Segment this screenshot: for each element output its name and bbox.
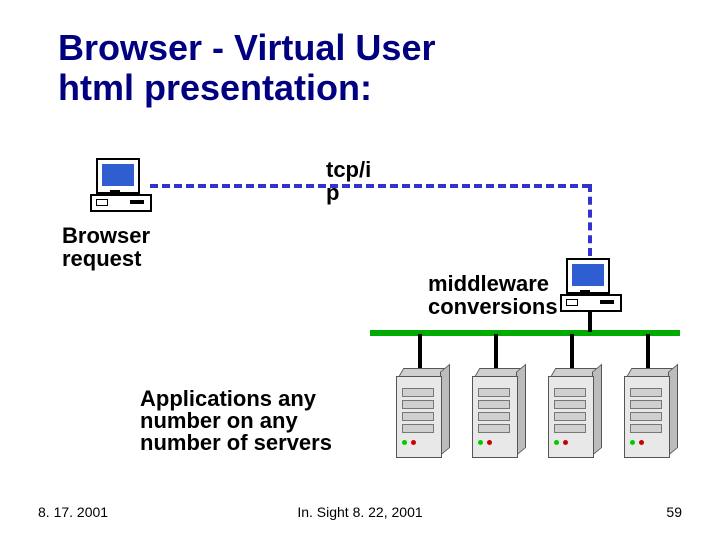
client-pc-icon: [90, 158, 150, 212]
slide: Browser - Virtual User html presentation…: [0, 0, 720, 540]
server-icon-3: [548, 368, 600, 458]
footer-page: 59: [666, 504, 682, 520]
footer-center: In. Sight 8. 22, 2001: [0, 504, 720, 520]
net-drop-3: [570, 334, 574, 370]
tcpip-line-vertical: [588, 184, 592, 256]
browser-request-label: Browser request: [62, 224, 212, 270]
net-drop-2: [494, 334, 498, 370]
tcpip-label: tcp/i p: [326, 158, 371, 204]
server-icon-4: [624, 368, 676, 458]
net-drop-1: [418, 334, 422, 370]
server-icon-1: [396, 368, 448, 458]
slide-title: Browser - Virtual User html presentation…: [58, 28, 435, 107]
server-icon-2: [472, 368, 524, 458]
net-drop-middleware: [588, 312, 592, 332]
title-line-2: html presentation:: [58, 67, 372, 108]
middleware-label: middleware conversions: [428, 272, 568, 318]
middleware-pc-icon: [560, 258, 620, 312]
title-line-1: Browser - Virtual User: [58, 27, 435, 68]
applications-label: Applications any number on any number of…: [140, 388, 360, 454]
net-drop-4: [646, 334, 650, 370]
network-bus: [370, 330, 680, 336]
